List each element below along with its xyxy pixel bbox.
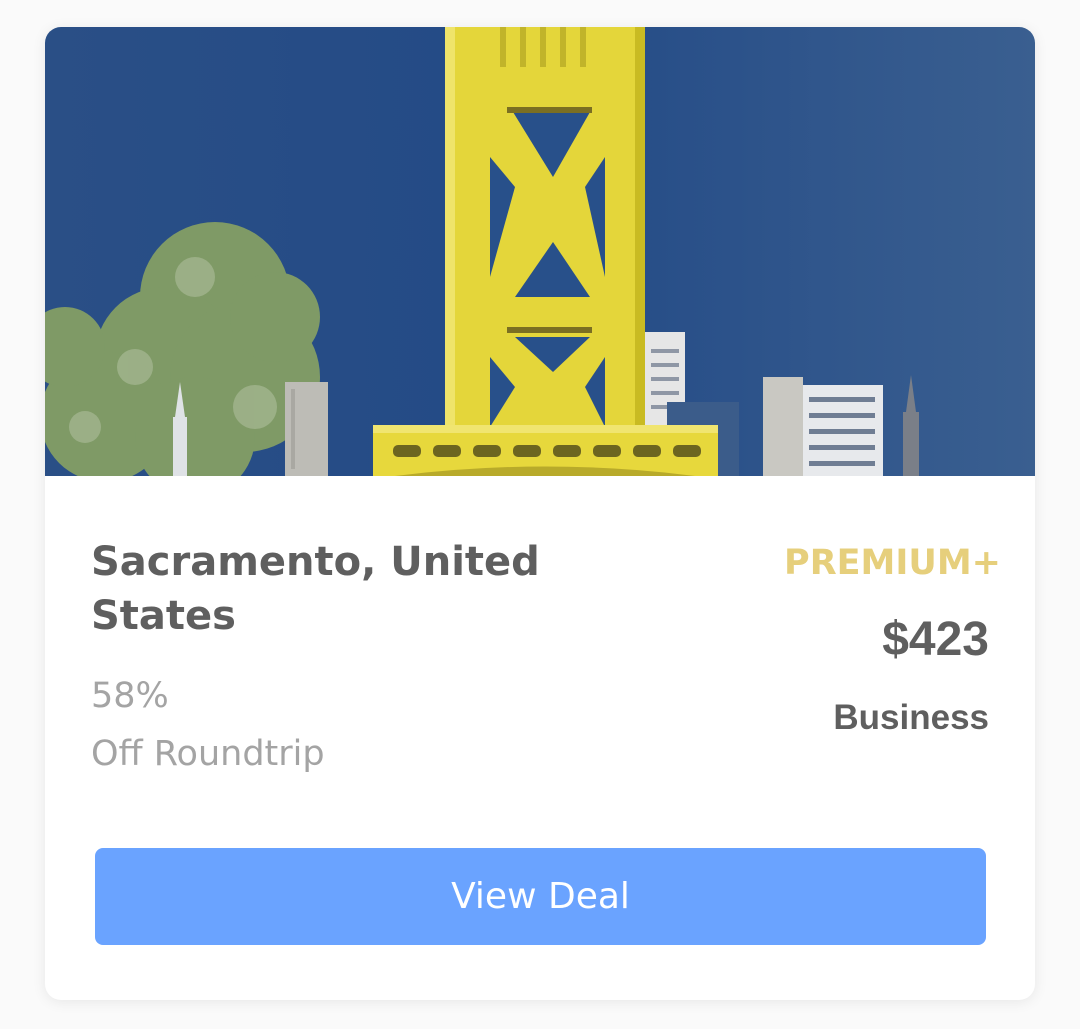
discount-info: 58% Off Roundtrip	[91, 667, 325, 783]
price: $423	[882, 613, 989, 666]
view-deal-button[interactable]: View Deal	[95, 848, 986, 945]
cabin-class: Business	[833, 698, 989, 737]
destination-photo	[45, 27, 1035, 476]
tier-badge: PREMIUM+	[784, 543, 1001, 583]
discount-percent: 58%	[91, 676, 169, 716]
deal-card[interactable]: Sacramento, United States 58% Off Roundt…	[45, 27, 1035, 1000]
destination-title: Sacramento, United States	[91, 539, 540, 639]
discount-label: Off Roundtrip	[91, 734, 325, 774]
